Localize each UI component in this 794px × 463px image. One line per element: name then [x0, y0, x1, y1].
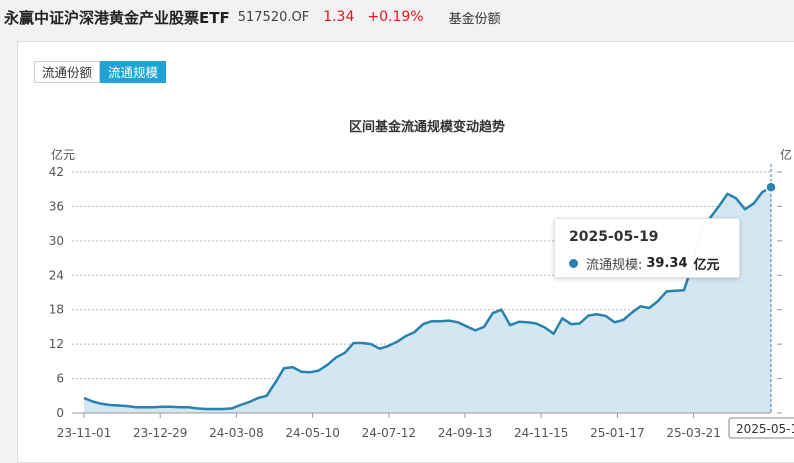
- y-tick-label: 24: [49, 268, 64, 282]
- right-axis-unit-label: 亿: [780, 147, 792, 162]
- x-tick-label: 24-09-13: [438, 426, 492, 440]
- x-tick-label: 25-03-21: [666, 426, 720, 440]
- y-tick-label: 36: [49, 199, 64, 213]
- y-tick-label: 12: [49, 337, 64, 351]
- tooltip-date: 2025-05-19: [569, 229, 659, 245]
- y-axis-unit-label: 亿元: [51, 147, 75, 162]
- series-marker-icon: [569, 259, 578, 268]
- y-tick-label: 30: [49, 234, 64, 248]
- tooltip-series-label: 流通规模:: [586, 258, 643, 273]
- tooltip-row: 流通规模: 39.34 亿元: [569, 254, 720, 273]
- series-layer: [83, 164, 777, 413]
- hover-point[interactable]: [765, 181, 777, 194]
- y-tick-label: 6: [56, 372, 64, 386]
- chart-title: 区间基金流通规模变动趋势: [349, 119, 505, 135]
- y-tick-label: 0: [56, 406, 64, 420]
- x-tick-label: 23-11-01: [57, 426, 111, 440]
- hover-tooltip: 2025-05-19 流通规模: 39.34 亿元: [554, 218, 740, 278]
- x-tick-label: 24-11-15: [514, 426, 568, 440]
- x-tick-label: 24-03-08: [209, 426, 263, 440]
- x-tick-label: 25-01-17: [590, 426, 644, 440]
- x-tick-label: 24-05-10: [285, 426, 339, 440]
- x-tick-label: 23-12-29: [133, 426, 187, 440]
- tooltip-value: 39.34: [646, 256, 688, 271]
- y-tick-label: 18: [49, 303, 64, 317]
- x-hover-label: 2025-05-19: [736, 422, 794, 436]
- x-tick-label: 24-07-12: [362, 426, 416, 440]
- y-tick-label: 42: [49, 165, 64, 179]
- tooltip-unit: 亿元: [693, 258, 720, 273]
- x-axis-ticks: 23-11-01 23-12-29 24-03-08 24-05-10 24-07-12…: [57, 412, 794, 440]
